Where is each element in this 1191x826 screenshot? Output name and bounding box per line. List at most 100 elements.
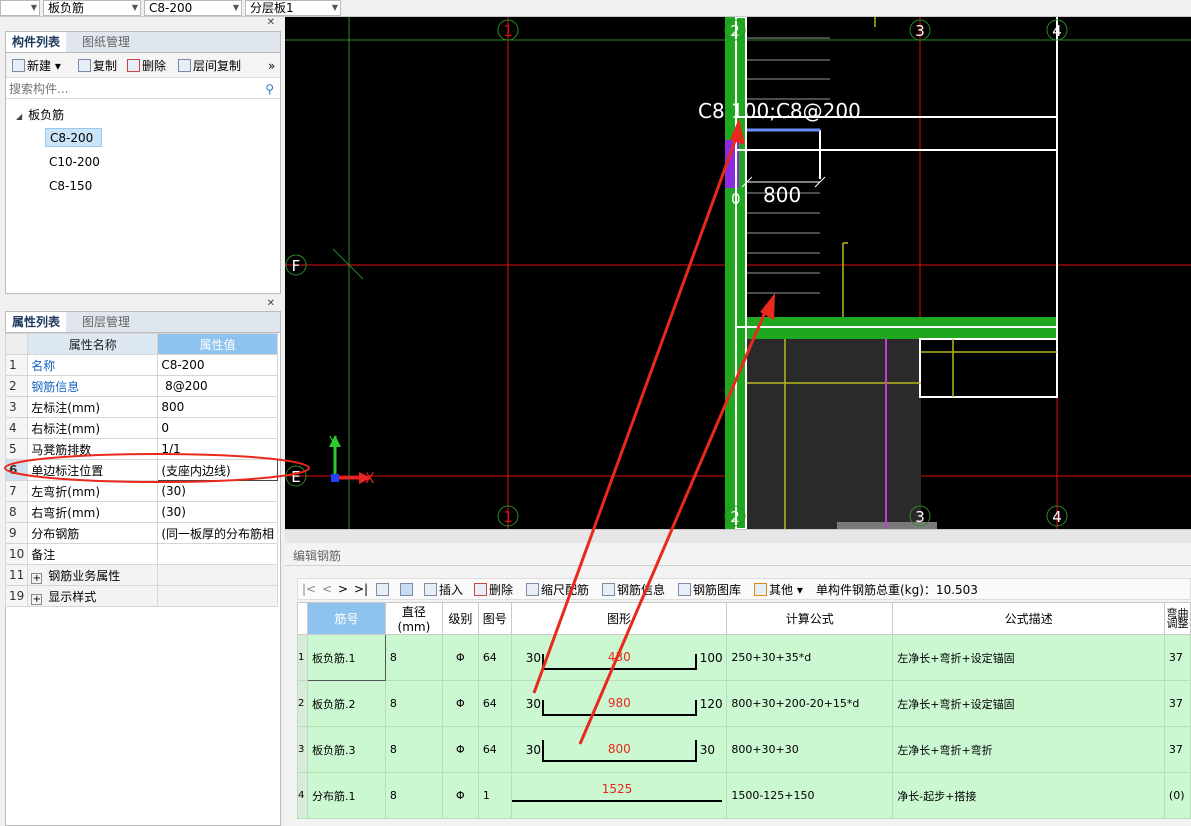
rebar-length[interactable]: 800 (542, 742, 697, 756)
property-value[interactable] (157, 585, 278, 607)
tree-item-c8-200[interactable]: C8-200 (45, 128, 102, 147)
property-value[interactable]: C8-200 (157, 354, 278, 376)
rebar-length[interactable]: 430 (542, 650, 697, 664)
tree-item-c10-200[interactable]: C10-200 (45, 153, 104, 172)
property-row[interactable]: 6 单边标注位置 (支座内边线) (4, 459, 278, 481)
property-row[interactable]: 4 右标注(mm) 0 (4, 417, 278, 439)
bar-formula[interactable]: 1500-125+150 (726, 772, 894, 819)
property-row[interactable]: 10 备注 (4, 543, 278, 565)
cad-canvas[interactable]: 800 0 C8 100;C8@200 1 2 3 4 1 2 3 4 F E (285, 17, 1191, 529)
tab-component-list[interactable]: 构件列表 (6, 32, 67, 53)
property-row[interactable]: 2 钢筋信息 8@200 (4, 375, 278, 397)
property-value[interactable] (157, 564, 278, 586)
copy-button[interactable]: 复制 (78, 55, 117, 77)
bar-formula[interactable]: 250+30+35*d (726, 634, 894, 681)
bar-grade[interactable]: Φ (441, 680, 479, 727)
bar-diameter[interactable]: 8 (384, 680, 443, 727)
property-row[interactable]: 5 马凳筋排数 1/1 (4, 438, 278, 460)
bar-figure-no[interactable]: 64 (477, 634, 512, 681)
bar-name[interactable]: 板负筋.3 (306, 726, 386, 773)
rebar-annotation[interactable]: C8 100;C8@200 (698, 99, 861, 123)
property-value[interactable]: (支座内边线) (157, 459, 278, 481)
tab-layer-manage[interactable]: 图层管理 (76, 312, 136, 333)
nav-prev[interactable]: < (322, 582, 332, 596)
bar-description[interactable]: 净长-起步+搭接 (892, 772, 1165, 819)
bar-diameter[interactable]: 8 (384, 726, 443, 773)
bar-bend-adjust[interactable]: 37 (1163, 680, 1191, 727)
property-row[interactable]: 3 左标注(mm) 800 (4, 396, 278, 418)
rebar-left-bend[interactable]: 30 (526, 743, 541, 757)
nav-next[interactable]: > (338, 582, 348, 596)
rebar-left-bend[interactable]: 30 (526, 697, 541, 711)
insert-button[interactable]: 插入 (424, 579, 463, 601)
rebar-info-button[interactable]: 钢筋信息 (602, 579, 665, 601)
property-row[interactable]: 8 右弯折(mm) (30) (4, 501, 278, 523)
property-row[interactable]: 7 左弯折(mm) (30) (4, 480, 278, 502)
bar-formula[interactable]: 800+30+200-20+15*d (726, 680, 894, 727)
property-row[interactable]: 11 + 钢筋业务属性 (4, 564, 278, 586)
bar-grade[interactable]: Φ (441, 634, 479, 681)
rebar-row[interactable]: 2 板负筋.2 8 Φ 64 30 980 120 800+30+200-20+15*d… (297, 680, 1191, 727)
floor-copy-button[interactable]: 层间复制 (178, 55, 241, 77)
bar-name[interactable]: 板负筋.2 (306, 680, 386, 727)
bar-formula[interactable]: 800+30+30 (726, 726, 894, 773)
collapse-triangle-icon[interactable]: ◢ (16, 112, 22, 121)
nav-last[interactable]: >| (354, 582, 368, 596)
bar-grade[interactable]: Φ (441, 726, 479, 773)
bar-figure-no[interactable]: 64 (477, 680, 512, 727)
bar-figure-no[interactable]: 1 (477, 772, 512, 819)
property-value[interactable]: 800 (157, 396, 278, 418)
rebar-right-bend[interactable]: 120 (700, 697, 723, 711)
combo-component-type[interactable]: 板负筋 ▼ (43, 0, 141, 16)
bar-shape-cell[interactable]: 30 800 30 (510, 726, 728, 773)
property-value[interactable]: 1/1 (157, 438, 278, 460)
expand-icon[interactable]: + (31, 593, 43, 605)
rebar-library-button[interactable]: 钢筋图库 (678, 579, 741, 601)
rebar-right-bend[interactable]: 100 (700, 651, 723, 665)
new-button[interactable]: 新建 ▾ (12, 55, 61, 77)
bar-description[interactable]: 左净长+弯折+设定锚固 (892, 634, 1165, 681)
bar-diameter[interactable]: 8 (384, 634, 443, 681)
close-icon[interactable]: ✕ (267, 298, 275, 309)
delete-button[interactable]: 删除 (127, 55, 166, 77)
bar-name[interactable]: 分布筋.1 (306, 772, 386, 819)
property-value[interactable]: 8@200 (157, 375, 278, 397)
combo-layer[interactable]: 分层板1 ▼ (245, 0, 341, 16)
bar-shape-cell[interactable]: 1525 (510, 772, 728, 819)
combo-component[interactable]: C8-200 ▼ (144, 0, 242, 16)
expand-icon[interactable]: + (31, 572, 43, 584)
bar-diameter[interactable]: 8 (384, 772, 443, 819)
bar-bend-adjust[interactable]: 37 (1163, 726, 1191, 773)
search-icon[interactable]: ⚲ (265, 82, 274, 96)
property-value[interactable]: (30) (157, 480, 278, 502)
rebar-row[interactable]: 3 板负筋.3 8 Φ 64 30 800 30 800+30+30 左净长+弯折+弯折 3… (297, 726, 1191, 773)
nav-first[interactable]: |< (302, 582, 316, 596)
move-up-icon[interactable] (376, 583, 389, 596)
more-icon[interactable]: » (268, 55, 275, 77)
rebar-length[interactable]: 1525 (512, 782, 722, 796)
property-row[interactable]: 1 名称 C8-200 (4, 354, 278, 376)
bar-description[interactable]: 左净长+弯折+设定锚固 (892, 680, 1165, 727)
search-input[interactable] (6, 81, 256, 97)
tree-item-c8-150[interactable]: C8-150 (45, 177, 96, 196)
rebar-row[interactable]: 4 分布筋.1 8 Φ 1 1525 1500-125+150 净长-起步+搭接 (0) (297, 772, 1191, 819)
move-down-icon[interactable] (400, 583, 413, 596)
rebar-length[interactable]: 980 (542, 696, 697, 710)
bar-shape-cell[interactable]: 30 430 100 (510, 634, 728, 681)
bar-bend-adjust[interactable]: (0) (1163, 772, 1191, 819)
property-value[interactable]: 0 (157, 417, 278, 439)
other-button[interactable]: 其他 ▾ (754, 579, 803, 601)
editor-delete-button[interactable]: 删除 (474, 579, 513, 601)
tree-root[interactable]: ◢ 板负筋 (16, 106, 64, 123)
rebar-left-bend[interactable]: 30 (526, 651, 541, 665)
bar-figure-no[interactable]: 64 (477, 726, 512, 773)
tab-drawing-manage[interactable]: 图纸管理 (76, 32, 136, 53)
bar-bend-adjust[interactable]: 37 (1163, 634, 1191, 681)
close-icon[interactable]: ✕ (267, 17, 275, 28)
property-row[interactable]: 9 分布钢筋 (同一板厚的分布筋相 (4, 522, 278, 544)
tab-property-list[interactable]: 属性列表 (6, 312, 67, 333)
bar-description[interactable]: 左净长+弯折+弯折 (892, 726, 1165, 773)
rebar-row[interactable]: 1 板负筋.1 8 Φ 64 30 430 100 250+30+35*d 左净长+弯折+… (297, 634, 1191, 681)
rebar-right-bend[interactable]: 30 (700, 743, 715, 757)
bar-shape-cell[interactable]: 30 980 120 (510, 680, 728, 727)
